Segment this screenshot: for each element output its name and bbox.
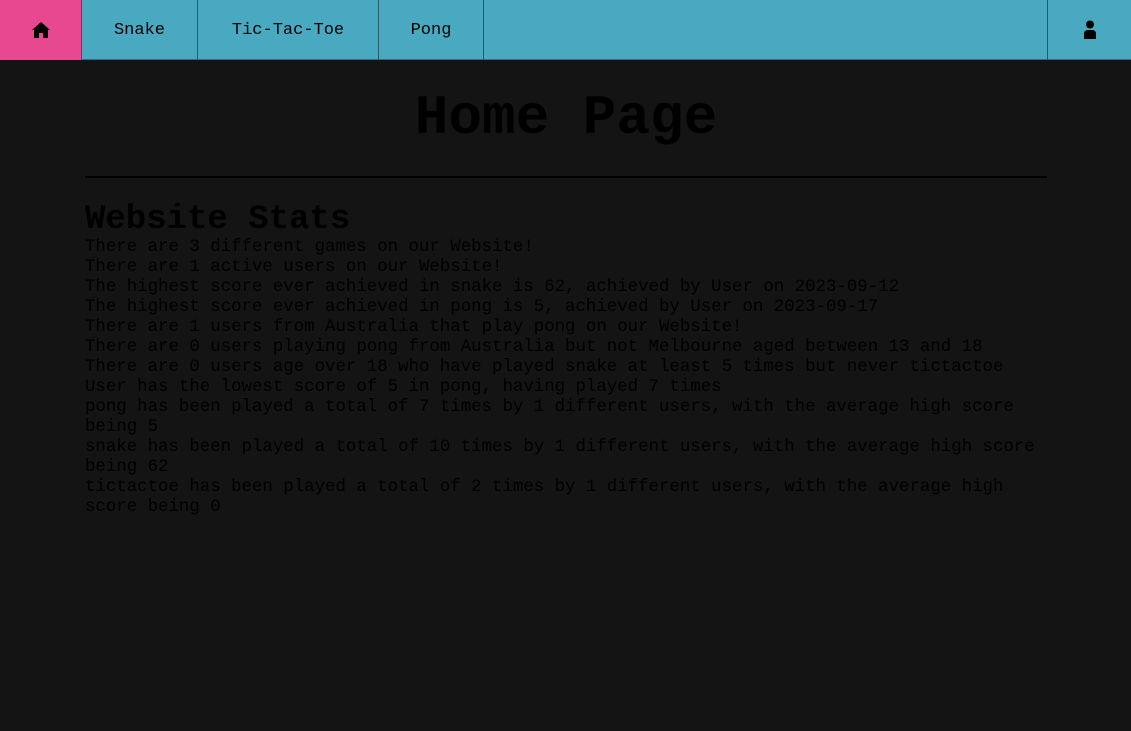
home-icon xyxy=(31,21,51,39)
title-divider xyxy=(85,176,1047,178)
main-content: Home Page Website Stats There are 3 diff… xyxy=(85,60,1047,518)
stat-line: There are 0 users age over 18 who have p… xyxy=(85,358,1004,377)
nav-home-button[interactable] xyxy=(0,0,82,60)
stat-line: snake has been played a total of 10 time… xyxy=(85,438,1035,477)
top-navbar: Snake Tic-Tac-Toe Pong xyxy=(0,0,1131,60)
stat-line: There are 3 different games on our Websi… xyxy=(85,238,534,257)
nav-item-snake[interactable]: Snake xyxy=(82,0,198,60)
stat-line: User has the lowest score of 5 in pong, … xyxy=(85,378,722,397)
stat-line: The highest score ever achieved in pong … xyxy=(85,298,879,317)
nav-item-label: Snake xyxy=(113,20,165,40)
nav-item-pong[interactable]: Pong xyxy=(379,0,484,60)
section-title-website-stats: Website Stats xyxy=(85,201,351,239)
user-icon xyxy=(1083,20,1097,40)
stat-line: There are 1 users from Australia that pl… xyxy=(85,318,743,337)
stat-line: There are 0 users playing pong from Aust… xyxy=(85,338,983,357)
stats-list: There are 3 different games on our Websi… xyxy=(85,238,1047,518)
stat-line: pong has been played a total of 7 times … xyxy=(85,398,1014,437)
stat-line: tictactoe has been played a total of 2 t… xyxy=(85,478,1004,517)
nav-item-tic-tac-toe[interactable]: Tic-Tac-Toe xyxy=(198,0,379,60)
nav-item-label: Pong xyxy=(410,20,452,40)
nav-user-button[interactable] xyxy=(1047,0,1131,60)
stat-line: The highest score ever achieved in snake… xyxy=(85,278,900,297)
stat-line: There are 1 active users on our Website! xyxy=(85,258,503,277)
nav-item-label: Tic-Tac-Toe xyxy=(231,20,345,40)
page-title: Home Page xyxy=(414,86,718,150)
